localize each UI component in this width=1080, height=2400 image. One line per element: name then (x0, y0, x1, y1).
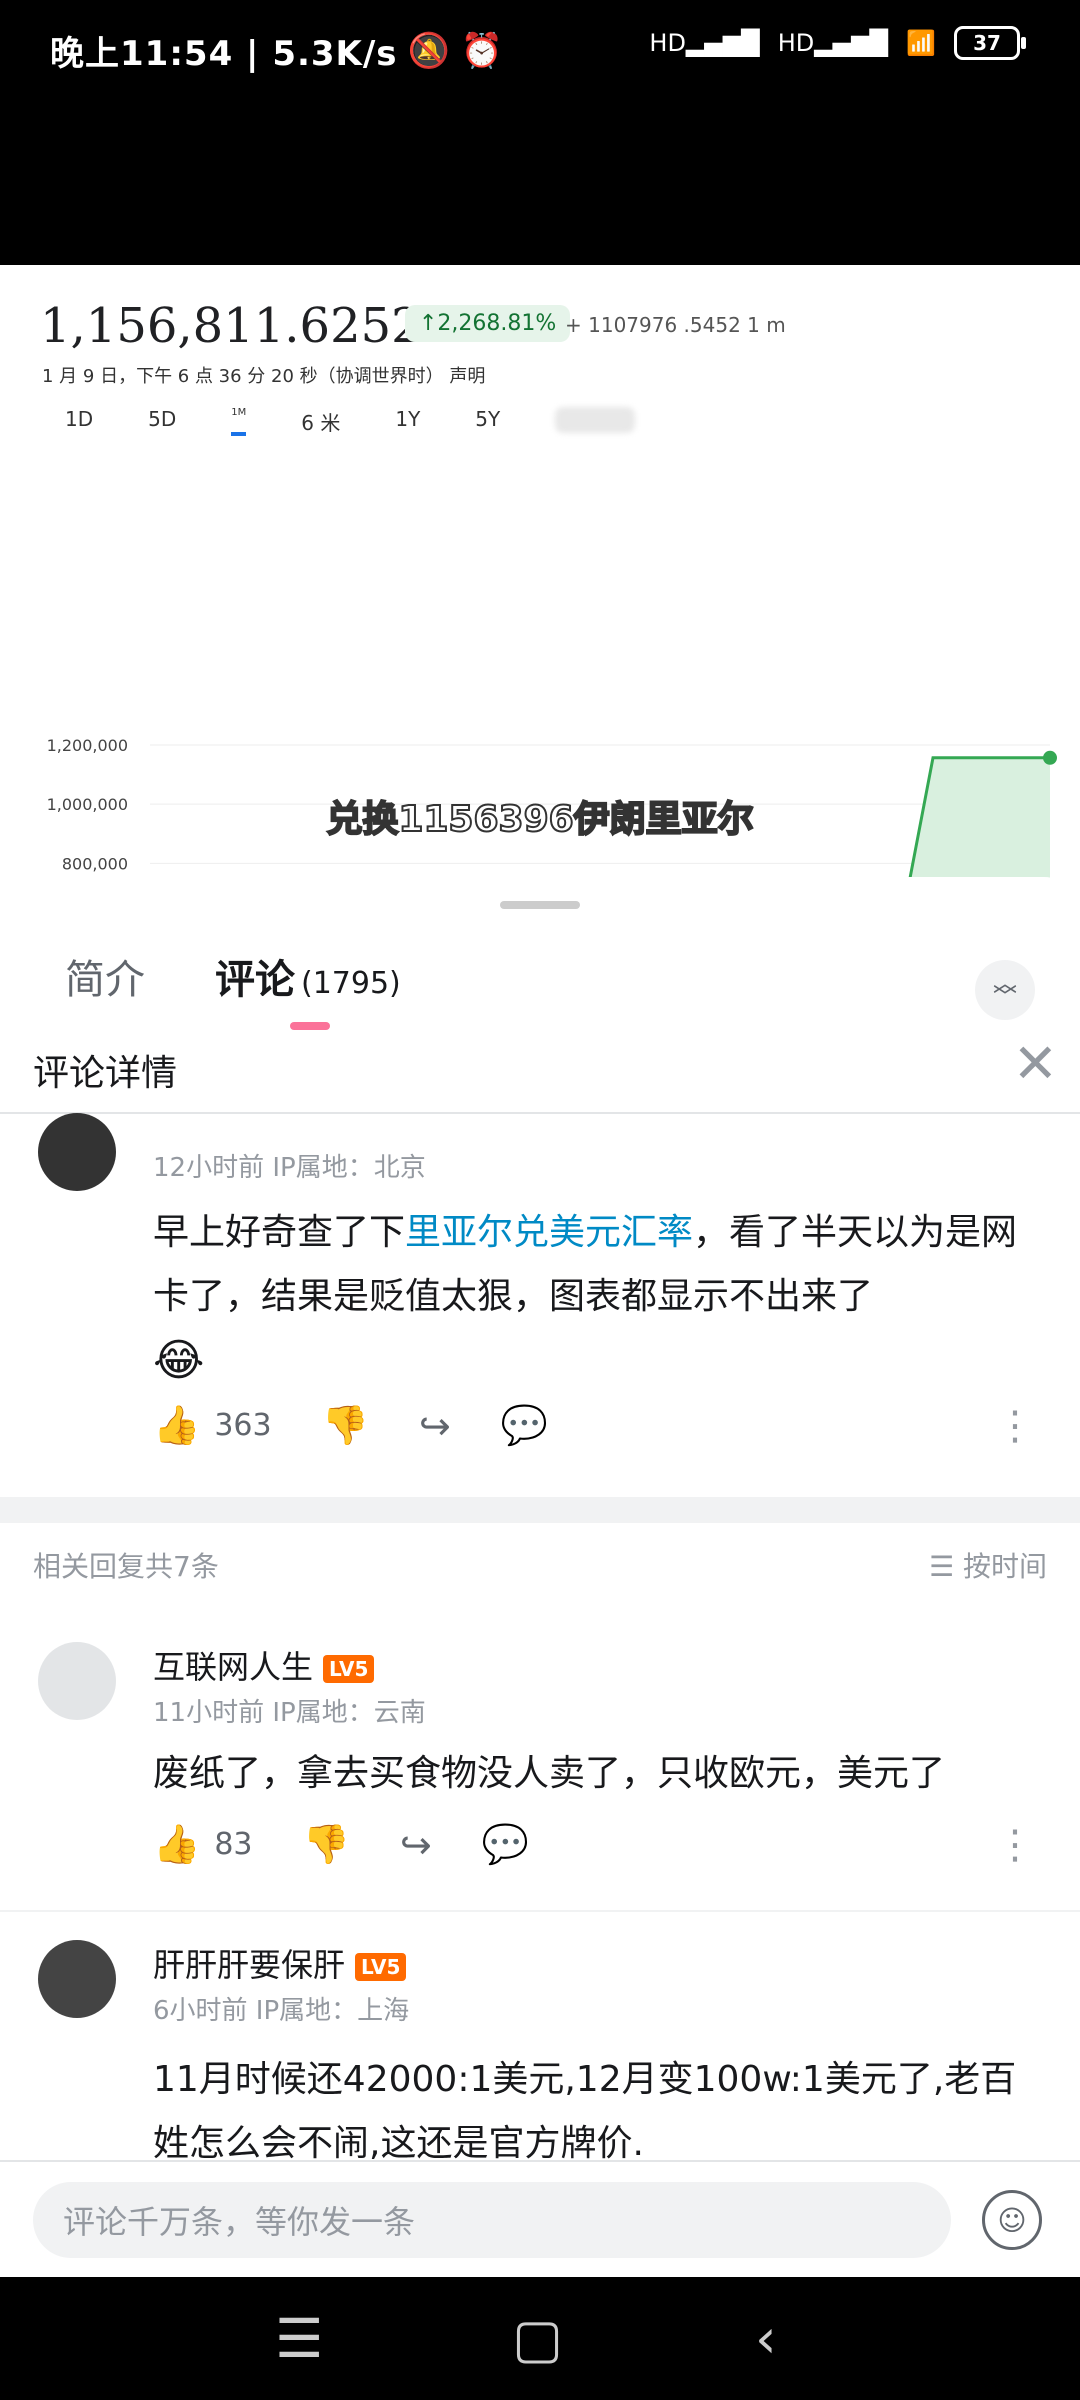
close-icon[interactable]: ✕ (1013, 1032, 1058, 1095)
replies-count: 相关回复共7条 (33, 1550, 219, 1583)
comment-actions: 👍 363 👎 ↪ 💬 (153, 1403, 562, 1448)
wifi-icon: 📶 (906, 29, 936, 57)
nav-bar: ☰ ▢ ‹ (0, 2277, 1080, 2400)
status-bar: 晚上11:54 | 5.3K/s 🔕 ⏰ HD▂▄▆█ HD▂▄▆█ 📶 37 (0, 0, 1080, 265)
alarm-icon: ⏰ (460, 30, 505, 71)
y-tick-label: 1,200,000 (47, 736, 128, 755)
reply-icon[interactable]: 💬 (482, 1822, 529, 1867)
percent-change-badge: ↑2,268.81% (405, 305, 571, 342)
range-selector: 1D 5D 1M 6 米 1Y 5Y (65, 407, 690, 436)
separator (0, 1497, 1080, 1523)
avatar[interactable] (38, 1940, 116, 2018)
dislike-icon[interactable]: 👎 (322, 1403, 369, 1448)
tab-intro[interactable]: 简介 (65, 947, 145, 1005)
username[interactable]: 互联网人生 LV5 (153, 1642, 375, 1688)
dislike-icon[interactable]: 👎 (303, 1822, 350, 1867)
status-left: 晚上11:54 | 5.3K/s 🔕 ⏰ (50, 26, 504, 75)
sort-button[interactable]: ☰ 按时间 (929, 1545, 1047, 1585)
last-point (1043, 750, 1057, 765)
mute-icon: 🔕 (407, 30, 451, 71)
comment-meta: 11小时前 IP属地：云南 (153, 1698, 426, 1728)
more-icon[interactable]: ⋮ (995, 1403, 1035, 1449)
menu-icon[interactable]: ☰ (275, 2307, 323, 2370)
like-icon[interactable]: 👍 (153, 1822, 200, 1867)
range-1d: 1D (65, 407, 94, 431)
username[interactable]: 肝肝肝要保肝 LV5 (153, 1940, 407, 1986)
comment-text: 11月时候还42000:1美元,12月变100w:1美元了,老百姓怎么会不闹,这… (153, 2059, 1017, 2164)
comment-meta: 6小时前 IP属地：上海 (153, 1996, 410, 2026)
blurred-range (555, 407, 636, 433)
comment-text: 废纸了，拿去买食物没人卖了，只收欧元，美元了 (153, 1753, 946, 1794)
absolute-change: + 1107976 .5452 1 m (565, 313, 786, 337)
exchange-price: 1,156,811.6252 (40, 298, 422, 354)
search-link[interactable]: 里亚尔兑美元汇率 (405, 1212, 693, 1253)
range-1y: 1Y (395, 407, 421, 431)
battery-icon: 37 (954, 26, 1026, 60)
emoji-icon[interactable]: ☺ (982, 2190, 1042, 2250)
comment-input[interactable]: 评论千万条，等你发一条 (33, 2182, 951, 2258)
level-badge: LV5 (323, 1655, 375, 1683)
level-badge: LV5 (355, 1953, 407, 1981)
signal-icon: HD▂▄▆█ (649, 29, 760, 57)
tab-comments-label: 评论 (215, 957, 295, 1003)
reply-icon[interactable]: 💬 (501, 1403, 548, 1448)
tab-bar: 简介 评论 (1795) ︿ ﹀ (0, 917, 1080, 1030)
range-5y: 5Y (475, 407, 501, 431)
laugh-emoji: 😂 (153, 1335, 205, 1386)
back-icon[interactable]: ‹ (755, 2307, 777, 2370)
status-time: 晚上11:54 | 5.3K/s (50, 34, 398, 74)
range-1m: 1M (231, 407, 247, 436)
expand-icon[interactable]: ︿ ﹀ (975, 960, 1035, 1020)
comment-detail-title: 评论详情 (33, 1053, 178, 1094)
tab-underline (290, 1022, 330, 1030)
y-tick-label: 800,000 (62, 854, 128, 873)
like-count: 83 (214, 1827, 253, 1862)
range-6m: 6 米 (301, 411, 341, 435)
sheet-handle[interactable] (500, 901, 580, 909)
signal-icon-2: HD▂▄▆█ (777, 29, 889, 57)
avatar[interactable] (38, 1642, 116, 1720)
like-count: 363 (214, 1408, 272, 1443)
divider (0, 1910, 1080, 1912)
share-icon[interactable]: ↪ (400, 1823, 432, 1867)
range-5d: 5D (148, 407, 177, 431)
share-icon[interactable]: ↪ (419, 1404, 451, 1448)
status-right: HD▂▄▆█ HD▂▄▆█ 📶 37 (649, 26, 1026, 60)
video-subtitle: 兑换1156396伊朗里亚尔 (325, 798, 754, 841)
comment-actions: 👍 83 👎 ↪ 💬 (153, 1822, 543, 1867)
comment-count: (1795) (301, 966, 401, 1001)
more-icon[interactable]: ⋮ (995, 1822, 1035, 1868)
home-icon[interactable]: ▢ (512, 2307, 563, 2370)
video-player[interactable]: 1,156,811.6252 ↑2,268.81% + 1107976 .545… (0, 265, 1080, 880)
chart-datetime: 1 月 9 日，下午 6 点 36 分 20 秒（协调世界时） 声明 (42, 366, 486, 387)
like-icon[interactable]: 👍 (153, 1403, 200, 1448)
comment-input-bar: 评论千万条，等你发一条 ☺ (0, 2160, 1080, 2279)
comment-sheet: 简介 评论 (1795) ︿ ﹀ 评论详情 ✕ 12小时前 IP属地：北京 早上好奇… (0, 877, 1080, 2277)
comment-detail-bar: 评论详情 ✕ (0, 1032, 1080, 1114)
tab-comments[interactable]: 评论 (1795) (215, 947, 401, 1005)
comment-meta: 12小时前 IP属地：北京 (153, 1153, 426, 1183)
avatar[interactable] (38, 1113, 116, 1191)
comment-text: 早上好奇查了下里亚尔兑美元汇率，看了半天以为是网卡了，结果是贬值太狠，图表都显示… (153, 1212, 1018, 1386)
